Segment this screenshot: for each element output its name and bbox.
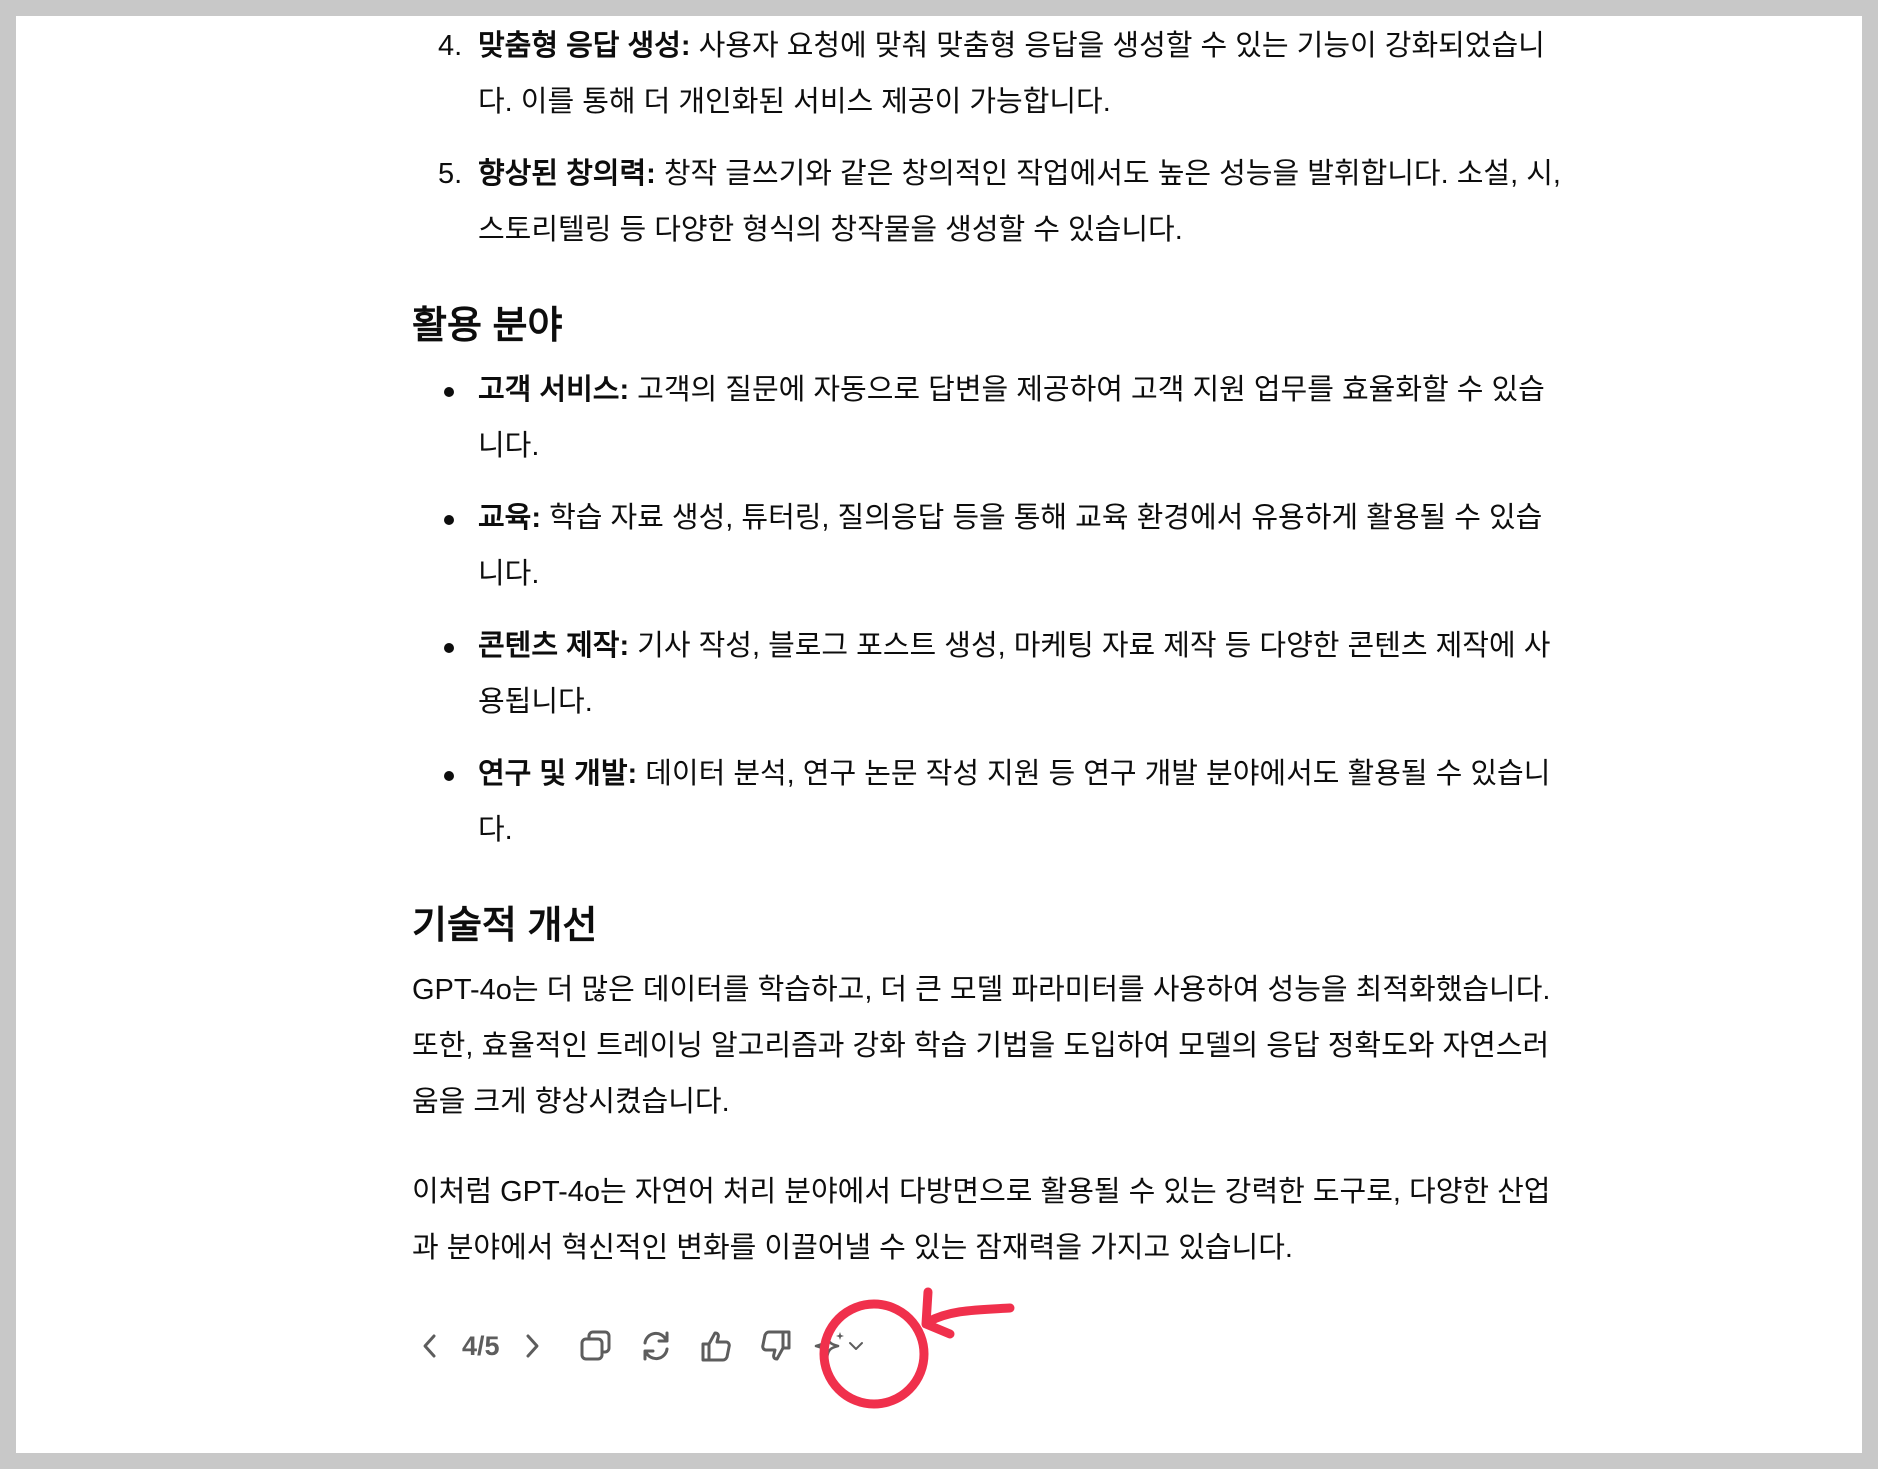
bullet-text: 고객의 질문에 자동으로 답변을 제공하여 고객 지원 업무를 효율화할 수 있… bbox=[629, 374, 1545, 406]
list-item: 5. 향상된 창의력: 창작 글쓰기와 같은 창의적인 작업에서도 높은 성능을… bbox=[412, 146, 1600, 258]
bullet-dot bbox=[444, 515, 454, 525]
chevron-right-icon bbox=[526, 1334, 539, 1358]
paragraph-line: 움을 크게 향상시켰습니다. bbox=[412, 1086, 730, 1118]
bullet-text: 학습 자료 생성, 튜터링, 질의응답 등을 통해 교육 환경에서 유용하게 활… bbox=[541, 502, 1543, 534]
regenerate-button[interactable] bbox=[626, 1322, 686, 1370]
bullet-item: 고객 서비스: 고객의 질문에 자동으로 답변을 제공하여 고객 지원 업무를 … bbox=[412, 362, 1600, 474]
bullet-term: 교육: bbox=[478, 502, 542, 534]
regenerate-icon bbox=[643, 1331, 669, 1361]
chevron-left-icon bbox=[423, 1334, 436, 1358]
bullet-text-cont: 니다. bbox=[478, 558, 540, 590]
paragraph-line: 이처럼 GPT-4o는 자연어 처리 분야에서 다방면으로 활용될 수 있는 강… bbox=[412, 1176, 1551, 1208]
previous-response-button[interactable] bbox=[412, 1322, 448, 1370]
bullet-dot bbox=[444, 771, 454, 781]
section-heading-technical: 기술적 개선 bbox=[412, 905, 598, 947]
list-text-cont: 다. 이를 통해 더 개인화된 서비스 제공이 가능합니다. bbox=[478, 86, 1111, 118]
section-heading-applications: 활용 분야 bbox=[412, 305, 563, 347]
thumbs-up-button[interactable] bbox=[686, 1322, 746, 1370]
list-number: 4. bbox=[438, 30, 463, 62]
bullet-term: 연구 및 개발: bbox=[478, 758, 638, 790]
bullet-text: 기사 작성, 블로그 포스트 생성, 마케팅 자료 제작 등 다양한 콘텐츠 제… bbox=[629, 630, 1551, 662]
list-term: 맞춤형 응답 생성: bbox=[478, 30, 691, 62]
bullet-term: 고객 서비스: bbox=[478, 374, 630, 406]
paragraph-line: 과 분야에서 혁신적인 변화를 이끌어낼 수 있는 잠재력을 가지고 있습니다. bbox=[412, 1232, 1293, 1264]
change-model-button[interactable] bbox=[806, 1322, 872, 1370]
technical-paragraph: GPT-4o는 더 많은 데이터를 학습하고, 더 큰 모델 파라미터를 사용하… bbox=[412, 962, 1600, 1130]
sparkle-icon bbox=[814, 1332, 844, 1360]
list-text-cont: 스토리텔링 등 다양한 형식의 창작물을 생성할 수 있습니다. bbox=[478, 214, 1183, 246]
bullet-text-cont: 니다. bbox=[478, 430, 540, 462]
bullet-item: 연구 및 개발: 데이터 분석, 연구 논문 작성 지원 등 연구 개발 분야에… bbox=[412, 746, 1600, 858]
thumbs-up-icon bbox=[701, 1331, 731, 1362]
bullet-term: 콘텐츠 제작: bbox=[478, 630, 630, 662]
copy-button[interactable] bbox=[566, 1322, 626, 1370]
list-text: 사용자 요청에 맞춰 맞춤형 응답을 생성할 수 있는 기능이 강화되었습니 bbox=[690, 30, 1545, 62]
message-toolbar: 4/5 bbox=[412, 1322, 872, 1370]
copy-icon bbox=[580, 1330, 611, 1361]
thumbs-down-button[interactable] bbox=[746, 1322, 806, 1370]
bullet-dot bbox=[444, 643, 454, 653]
paragraph-line: GPT-4o는 더 많은 데이터를 학습하고, 더 큰 모델 파라미터를 사용하… bbox=[412, 974, 1551, 1006]
bullet-dot bbox=[444, 387, 454, 397]
assistant-message: 4. 맞춤형 응답 생성: 사용자 요청에 맞춰 맞춤형 응답을 생성할 수 있… bbox=[412, 0, 1600, 1276]
conclusion-paragraph: 이처럼 GPT-4o는 자연어 처리 분야에서 다방면으로 활용될 수 있는 강… bbox=[412, 1164, 1600, 1276]
bullet-item: 교육: 학습 자료 생성, 튜터링, 질의응답 등을 통해 교육 환경에서 유용… bbox=[412, 490, 1600, 602]
list-term: 향상된 창의력: bbox=[478, 158, 656, 190]
response-pager: 4/5 bbox=[462, 1330, 500, 1361]
next-response-button[interactable] bbox=[514, 1322, 550, 1370]
chevron-down-icon bbox=[848, 1342, 863, 1350]
list-text: 창작 글쓰기와 같은 창의적인 작업에서도 높은 성능을 발휘합니다. 소설, … bbox=[655, 158, 1561, 190]
paragraph-line: 또한, 효율적인 트레이닝 알고리즘과 강화 학습 기법을 도입하여 모델의 응… bbox=[412, 1030, 1550, 1062]
bullet-text-cont: 다. bbox=[478, 814, 513, 846]
bullet-item: 콘텐츠 제작: 기사 작성, 블로그 포스트 생성, 마케팅 자료 제작 등 다… bbox=[412, 618, 1600, 730]
list-number: 5. bbox=[438, 158, 463, 190]
list-item: 4. 맞춤형 응답 생성: 사용자 요청에 맞춰 맞춤형 응답을 생성할 수 있… bbox=[412, 18, 1600, 130]
bullet-text: 데이터 분석, 연구 논문 작성 지원 등 연구 개발 분야에서도 활용될 수 … bbox=[637, 758, 1551, 790]
bullet-text-cont: 용됩니다. bbox=[478, 686, 593, 718]
thumbs-down-icon bbox=[760, 1330, 791, 1361]
